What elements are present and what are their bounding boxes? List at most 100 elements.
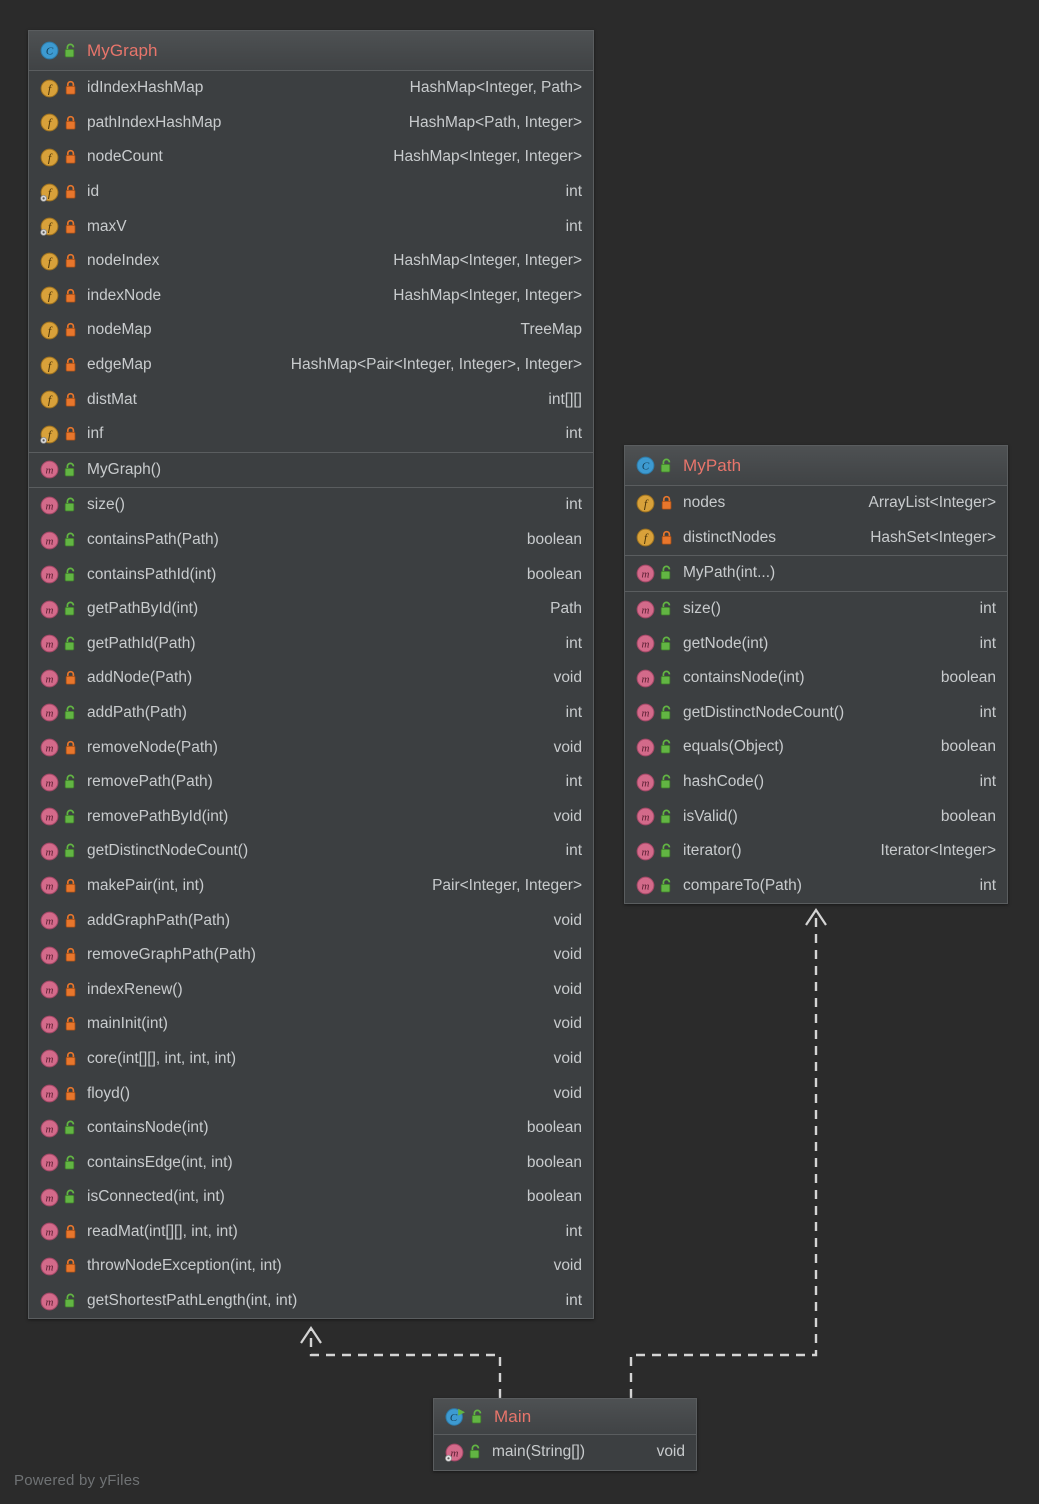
svg-text:m: m xyxy=(46,1088,54,1100)
member-row[interactable]: m hashCode() int xyxy=(625,765,1007,800)
member-row[interactable]: m getShortestPathLength(int, int) int xyxy=(29,1284,593,1319)
member-row[interactable]: m getDistinctNodeCount() int xyxy=(625,696,1007,731)
member-row[interactable]: m removePath(Path) int xyxy=(29,765,593,800)
member-row[interactable]: m indexRenew() void xyxy=(29,972,593,1007)
member-row[interactable]: m getDistinctNodeCount() int xyxy=(29,834,593,869)
member-row[interactable]: f nodeCount HashMap<Integer, Integer> xyxy=(29,140,593,175)
member-row[interactable]: m containsPathId(int) boolean xyxy=(29,557,593,592)
field-icon: f xyxy=(40,148,59,167)
svg-text:m: m xyxy=(642,846,650,858)
member-row[interactable]: m makePair(int, int) Pair<Integer, Integer… xyxy=(29,869,593,904)
member-row[interactable]: m removeNode(Path) void xyxy=(29,730,593,765)
member-row[interactable]: f id int xyxy=(29,175,593,210)
member-row[interactable]: m addGraphPath(Path) void xyxy=(29,903,593,938)
member-row[interactable]: m containsPath(Path) boolean xyxy=(29,523,593,558)
member-row[interactable]: m removePathById(int) void xyxy=(29,799,593,834)
member-row[interactable]: m getPathId(Path) int xyxy=(29,627,593,662)
method-icon: m xyxy=(445,1443,464,1462)
member-row[interactable]: m throwNodeException(int, int) void xyxy=(29,1249,593,1284)
member-row[interactable]: f nodeIndex HashMap<Integer, Integer> xyxy=(29,244,593,279)
method-icon: m xyxy=(40,565,59,584)
member-name: floyd() xyxy=(87,1084,131,1102)
member-row[interactable]: m MyGraph() xyxy=(29,453,593,488)
svg-text:m: m xyxy=(46,708,54,720)
class-header-main[interactable]: C Main xyxy=(434,1399,696,1435)
member-name: nodeCount xyxy=(87,148,163,166)
member-row[interactable]: f indexNode HashMap<Integer, Integer> xyxy=(29,279,593,314)
class-box-main[interactable]: C Main m main(String[]) void xyxy=(433,1398,697,1471)
member-icons: m xyxy=(40,1119,78,1138)
class-icon: C xyxy=(40,41,59,60)
member-row[interactable]: m main(String[]) void xyxy=(434,1435,696,1470)
member-row[interactable]: f distinctNodes HashSet<Integer> xyxy=(625,521,1007,556)
member-row[interactable]: m isValid() boolean xyxy=(625,799,1007,834)
member-row[interactable]: f nodes ArrayList<Integer> xyxy=(625,486,1007,521)
member-icons: m xyxy=(40,842,78,861)
member-row[interactable]: m isConnected(int, int) boolean xyxy=(29,1180,593,1215)
svg-text:m: m xyxy=(46,1054,54,1066)
class-header-mypath[interactable]: C MyPath xyxy=(625,446,1007,486)
class-header-mygraph[interactable]: C MyGraph xyxy=(29,31,593,71)
member-name: hashCode() xyxy=(683,773,764,791)
member-icons: m xyxy=(40,703,78,722)
member-row[interactable]: f maxV int xyxy=(29,209,593,244)
member-name: inf xyxy=(87,425,104,443)
svg-text:C: C xyxy=(642,460,650,472)
class-section-methods: m size() int m containsPath(Path) boolean m con… xyxy=(29,488,593,1318)
svg-text:m: m xyxy=(46,1123,54,1135)
svg-text:m: m xyxy=(46,881,54,893)
member-name: containsNode(int) xyxy=(87,1119,209,1137)
member-type: int xyxy=(565,773,582,791)
member-row[interactable]: f pathIndexHashMap HashMap<Path, Integer> xyxy=(29,106,593,141)
method-icon: m xyxy=(636,738,655,757)
member-row[interactable]: m floyd() void xyxy=(29,1076,593,1111)
member-row[interactable]: m size() int xyxy=(29,488,593,523)
member-row[interactable]: f edgeMap HashMap<Pair<Integer, Integer>, … xyxy=(29,348,593,383)
unlocked-padlock-icon xyxy=(660,878,674,894)
field-icon: f xyxy=(40,390,59,409)
member-type: int xyxy=(979,634,996,652)
method-icon: m xyxy=(40,911,59,930)
member-row[interactable]: f idIndexHashMap HashMap<Integer, Path> xyxy=(29,71,593,106)
member-row[interactable]: m core(int[][], int, int, int) void xyxy=(29,1042,593,1077)
member-row[interactable]: m containsNode(int) boolean xyxy=(29,1111,593,1146)
member-name: distinctNodes xyxy=(683,528,777,546)
locked-padlock-icon xyxy=(64,1224,78,1240)
member-row[interactable]: m MyPath(int...) xyxy=(625,556,1007,591)
member-row[interactable]: m getNode(int) int xyxy=(625,626,1007,661)
member-row[interactable]: m size() int xyxy=(625,592,1007,627)
member-row[interactable]: m iterator() Iterator<Integer> xyxy=(625,834,1007,869)
unlocked-padlock-icon xyxy=(64,1120,78,1136)
member-row[interactable]: f distMat int[][] xyxy=(29,382,593,417)
member-type: HashMap<Path, Integer> xyxy=(408,113,582,131)
member-row[interactable]: m containsEdge(int, int) boolean xyxy=(29,1145,593,1180)
member-row[interactable]: m equals(Object) boolean xyxy=(625,730,1007,765)
svg-text:m: m xyxy=(46,639,54,651)
class-box-mypath[interactable]: C MyPath f nodes ArrayList<Integer> f distinct… xyxy=(624,445,1008,905)
member-row[interactable]: m addNode(Path) void xyxy=(29,661,593,696)
member-row[interactable]: m containsNode(int) boolean xyxy=(625,661,1007,696)
member-row[interactable]: m readMat(int[][], int, int) int xyxy=(29,1215,593,1250)
member-row[interactable]: m mainInit(int) void xyxy=(29,1007,593,1042)
member-name: containsPath(Path) xyxy=(87,531,219,549)
member-icons: f xyxy=(40,390,78,409)
member-icons: m xyxy=(636,842,674,861)
member-row[interactable]: m getPathById(int) Path xyxy=(29,592,593,627)
field-icon: f xyxy=(40,252,59,271)
member-name: removePathById(int) xyxy=(87,807,229,825)
member-name: compareTo(Path) xyxy=(683,876,802,894)
member-row[interactable]: f nodeMap TreeMap xyxy=(29,313,593,348)
member-row[interactable]: m compareTo(Path) int xyxy=(625,869,1007,904)
member-name: distMat xyxy=(87,390,137,408)
member-type: int xyxy=(979,773,996,791)
member-icons: f xyxy=(40,113,78,132)
member-row[interactable]: f inf int xyxy=(29,417,593,452)
member-name: throwNodeException(int, int) xyxy=(87,1257,282,1275)
svg-text:m: m xyxy=(642,568,650,580)
member-name: makePair(int, int) xyxy=(87,876,205,894)
class-box-mygraph[interactable]: C MyGraph f idIndexHashMap HashMap<Integer, … xyxy=(28,30,594,1320)
svg-text:m: m xyxy=(46,915,54,927)
member-row[interactable]: m addPath(Path) int xyxy=(29,696,593,731)
method-icon: m xyxy=(40,600,59,619)
member-row[interactable]: m removeGraphPath(Path) void xyxy=(29,938,593,973)
